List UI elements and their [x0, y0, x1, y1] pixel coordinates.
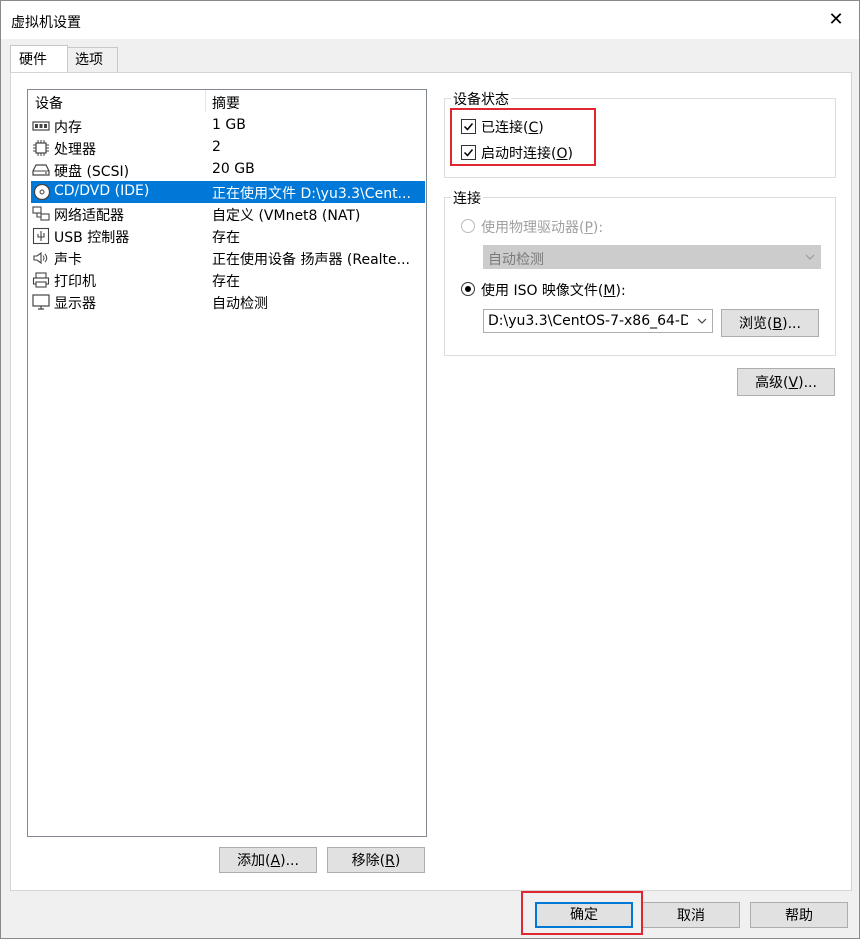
remove-button-accesskey: R [385, 853, 395, 869]
device-name: 处理器 [54, 142, 96, 158]
device-name: 硬盘 (SCSI) [54, 164, 130, 180]
device-summary: 2 [212, 139, 221, 155]
connect-at-power-on-text: 启动时连接( [481, 146, 557, 162]
device-row-usb-controller[interactable]: USB 控制器 存在 [28, 225, 424, 247]
device-row-memory[interactable]: 内存 1 GB [28, 115, 424, 137]
device-summary: 正在使用设备 扬声器 (Realte... [212, 252, 410, 268]
remove-button[interactable]: 移除(R) [327, 847, 425, 873]
device-summary: 20 GB [212, 161, 255, 177]
monitor-icon [32, 293, 50, 311]
device-summary: 存在 [212, 230, 240, 246]
iso-image-tail: ): [615, 283, 626, 299]
device-column-header[interactable]: 设备 [35, 93, 63, 113]
device-name: 声卡 [54, 252, 82, 268]
remove-button-label-tail: ) [394, 853, 401, 869]
device-row-printer[interactable]: 打印机 存在 [28, 269, 424, 291]
device-name: USB 控制器 [54, 230, 130, 246]
device-status-title: 设备状态 [451, 89, 511, 109]
device-status-group: 设备状态 [444, 89, 836, 178]
device-list[interactable]: 设备 摘要 内存 1 GB 处理器 2 硬盘 (SCSI) 20 GB CD/D… [27, 89, 427, 837]
window-title: 虚拟机设置 [11, 15, 81, 31]
device-row-processor[interactable]: 处理器 2 [28, 137, 424, 159]
connected-accesskey: C [528, 120, 539, 136]
close-icon[interactable]: ✕ [823, 7, 849, 33]
device-row-cd-dvd[interactable]: CD/DVD (IDE) 正在使用文件 D:\yu3.3\Cent... [31, 181, 425, 203]
device-name: 网络适配器 [54, 208, 124, 224]
advanced-accesskey: V [788, 375, 799, 391]
add-button-label: 添加( [237, 853, 271, 869]
chevron-down-icon[interactable] [696, 315, 708, 327]
iso-path-combobox[interactable]: D:\yu3.3\CentOS-7-x86_64-D\ [483, 309, 713, 333]
connected-label[interactable]: 已连接(C) [481, 117, 544, 137]
iso-image-label[interactable]: 使用 ISO 映像文件(M): [481, 280, 626, 300]
device-name: 打印机 [54, 274, 96, 290]
browse-accesskey: B [772, 316, 783, 332]
network-adapter-icon [32, 205, 50, 223]
cd-dvd-icon [33, 183, 51, 201]
physical-drive-tail: ): [592, 220, 604, 236]
device-summary: 自定义 (VMnet8 (NAT) [212, 208, 361, 224]
add-button-label-tail: )... [280, 853, 299, 869]
tab-hardware[interactable]: 硬件 [10, 45, 68, 72]
iso-image-accesskey: M [603, 283, 616, 299]
advanced-label-tail: )... [798, 375, 817, 391]
device-name: CD/DVD (IDE) [54, 183, 150, 199]
physical-drive-label[interactable]: 使用物理驱动器(P): [481, 217, 603, 237]
device-row-harddisk[interactable]: 硬盘 (SCSI) 20 GB [28, 159, 424, 181]
connect-at-power-on-tail: ) [567, 146, 573, 162]
title-bar: 虚拟机设置 ✕ [1, 1, 859, 39]
add-button[interactable]: 添加(A)... [219, 847, 317, 873]
help-button[interactable]: 帮助 [750, 902, 848, 928]
ok-button[interactable]: 确定 [535, 902, 633, 928]
usb-icon [32, 227, 50, 245]
hardware-panel: 设备 摘要 内存 1 GB 处理器 2 硬盘 (SCSI) 20 GB CD/D… [10, 72, 852, 891]
iso-path-value[interactable]: D:\yu3.3\CentOS-7-x86_64-D\ [488, 313, 688, 329]
device-row-monitor[interactable]: 显示器 自动检测 [28, 291, 424, 313]
connected-label-text: 已连接( [481, 120, 529, 136]
processor-icon [32, 139, 50, 157]
summary-column-header[interactable]: 摘要 [212, 93, 240, 113]
printer-icon [32, 271, 50, 289]
connect-at-power-on-checkbox[interactable] [461, 145, 476, 160]
tab-options[interactable]: 选项 [66, 47, 118, 72]
browse-button[interactable]: 浏览(B)... [721, 309, 819, 337]
iso-image-radio[interactable] [461, 282, 475, 296]
speaker-icon [32, 249, 50, 267]
physical-drive-select-value: 自动检测 [488, 252, 544, 268]
connection-title: 连接 [451, 188, 483, 208]
advanced-label: 高级( [755, 375, 789, 391]
memory-icon [32, 117, 50, 135]
chevron-down-icon [804, 251, 816, 263]
column-divider[interactable] [205, 90, 206, 112]
connected-label-tail: ) [538, 120, 544, 136]
iso-image-text: 使用 ISO 映像文件( [481, 283, 604, 299]
device-summary: 正在使用文件 D:\yu3.3\Cent... [212, 186, 411, 202]
add-button-accesskey: A [270, 853, 281, 869]
harddisk-icon [32, 161, 50, 179]
device-name: 内存 [54, 120, 82, 136]
connect-at-power-on-accesskey: O [556, 146, 568, 162]
browse-label-tail: )... [782, 316, 801, 332]
browse-label: 浏览( [739, 316, 773, 332]
physical-drive-select[interactable]: 自动检测 [483, 245, 821, 269]
remove-button-label: 移除( [351, 853, 386, 869]
device-summary: 1 GB [212, 117, 246, 133]
connect-at-power-on-label[interactable]: 启动时连接(O) [481, 143, 573, 163]
device-name: 显示器 [54, 296, 96, 312]
device-summary: 存在 [212, 274, 240, 290]
device-row-network-adapter[interactable]: 网络适配器 自定义 (VMnet8 (NAT) [28, 203, 424, 225]
device-summary: 自动检测 [212, 296, 268, 312]
device-list-header: 设备 摘要 [28, 90, 426, 114]
cancel-button[interactable]: 取消 [642, 902, 740, 928]
connected-checkbox[interactable] [461, 119, 476, 134]
vm-settings-dialog: 虚拟机设置 ✕ 硬件 选项 设备 摘要 内存 1 GB 处理器 2 硬盘 (SC… [0, 0, 860, 939]
advanced-button[interactable]: 高级(V)... [737, 368, 835, 396]
physical-drive-radio[interactable] [461, 219, 475, 233]
device-row-sound-card[interactable]: 声卡 正在使用设备 扬声器 (Realte... [28, 247, 424, 269]
physical-drive-text: 使用物理驱动器( [481, 220, 585, 236]
physical-drive-accesskey: P [584, 220, 593, 236]
